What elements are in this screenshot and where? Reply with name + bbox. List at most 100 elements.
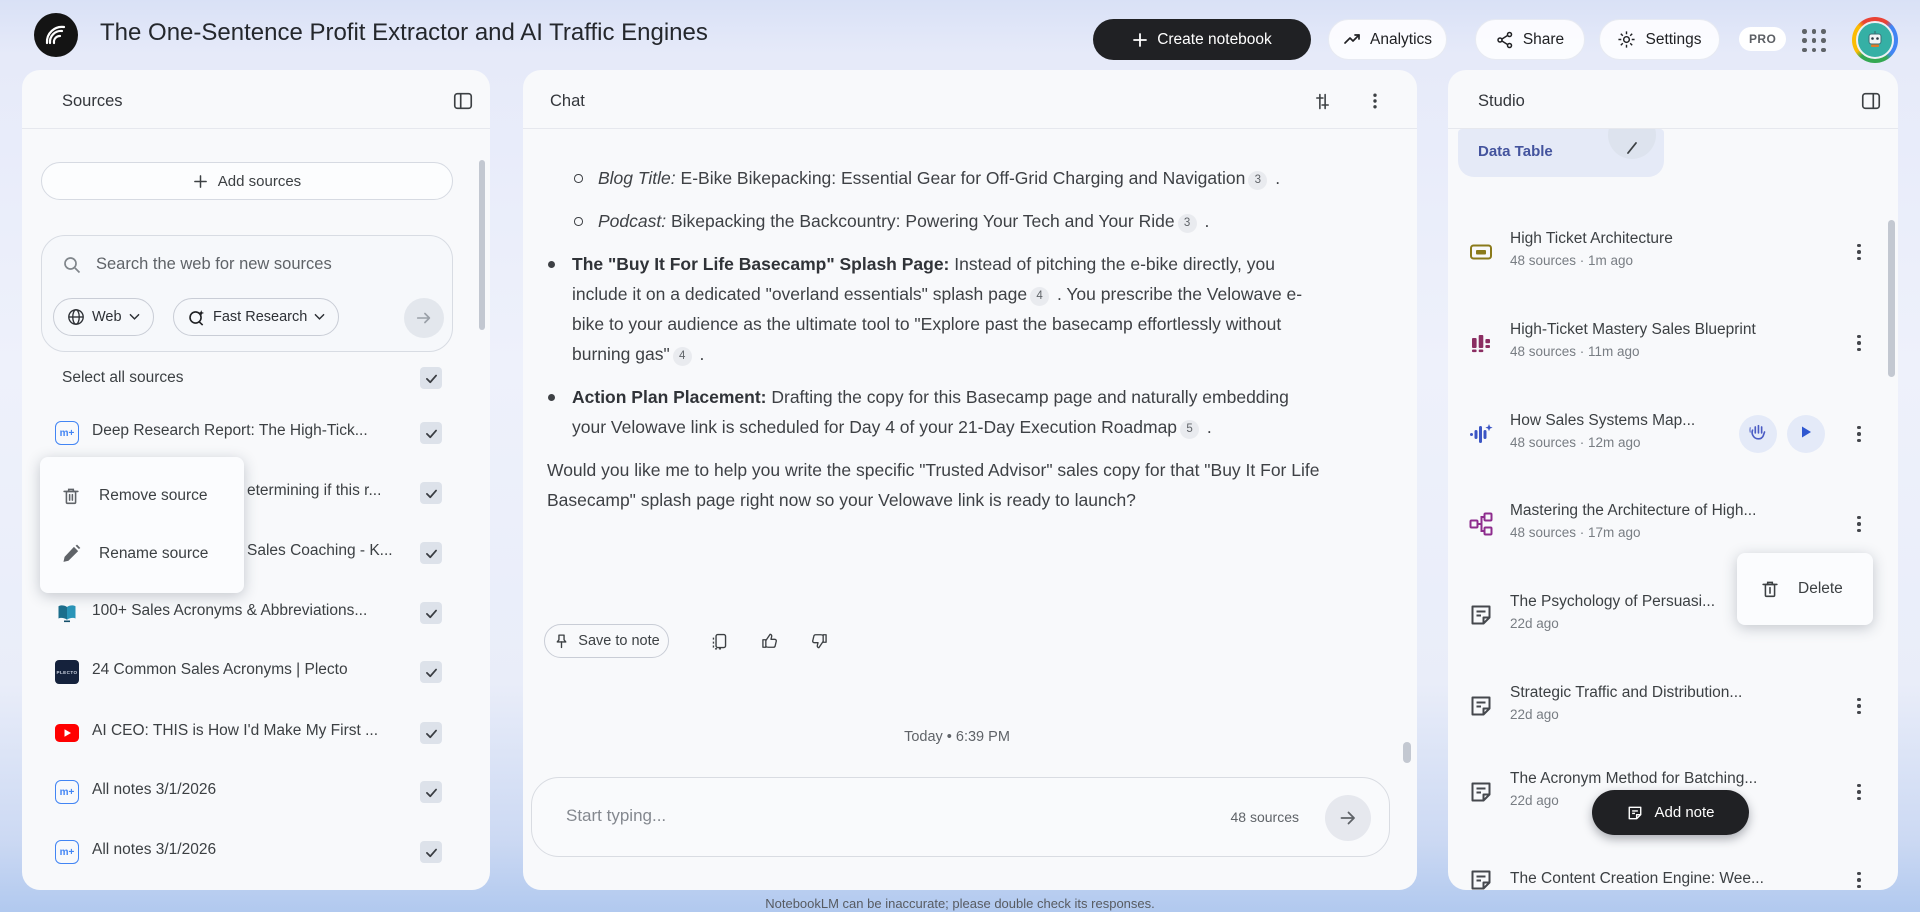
analytics-button[interactable]: Analytics — [1328, 19, 1447, 60]
citation-badge[interactable]: 5 — [1180, 419, 1200, 439]
text-segment: Would you like me to help you write the … — [547, 460, 1320, 510]
edit-circle-button[interactable] — [1608, 129, 1656, 159]
studio-item-row[interactable]: Strategic Traffic and Distribution... 22d… — [1448, 680, 1898, 732]
collapse-panel-icon[interactable] — [450, 88, 476, 114]
thumbs-up-icon[interactable] — [756, 627, 784, 655]
studio-item-row[interactable]: High-Ticket Mastery Sales Blueprint 48 so… — [1448, 317, 1898, 369]
source-checkbox[interactable] — [420, 841, 442, 863]
source-checkbox[interactable] — [420, 422, 442, 444]
collapse-panel-icon[interactable] — [1858, 88, 1884, 114]
apps-grid-icon[interactable] — [1800, 27, 1828, 55]
studio-item-row[interactable]: Mastering the Architecture of High... 48 … — [1448, 498, 1898, 550]
chat-input-box[interactable]: Start typing... 48 sources — [531, 777, 1390, 857]
source-title: All notes 3/1/2026 — [92, 841, 217, 858]
sources-panel-title: Sources — [62, 92, 123, 110]
more-options-icon[interactable] — [1846, 239, 1872, 265]
source-row[interactable]: PLECTO 24 Common Sales Acronyms | Plecto — [22, 648, 490, 696]
play-button[interactable] — [1787, 415, 1825, 453]
more-options-icon[interactable] — [1846, 693, 1872, 719]
source-row[interactable]: m+ All notes 3/1/2026 — [22, 828, 490, 876]
bar-chart-icon — [1468, 330, 1494, 356]
more-options-icon[interactable] — [1846, 421, 1872, 447]
plus-icon — [1133, 32, 1148, 47]
pro-badge: PRO — [1739, 27, 1787, 51]
citation-badge[interactable]: 4 — [672, 346, 692, 366]
chat-settings-icon[interactable] — [1309, 88, 1335, 114]
source-title: 100+ Sales Acronyms & Abbreviations... — [92, 602, 368, 619]
create-notebook-label: Create notebook — [1157, 30, 1272, 48]
studio-item-row[interactable]: How Sales Systems Map... 48 sources · 12m… — [1448, 408, 1898, 460]
source-checkbox[interactable] — [420, 542, 442, 564]
text-segment: . — [1199, 211, 1210, 231]
chat-input-placeholder[interactable]: Start typing... — [566, 806, 666, 826]
source-checkbox[interactable] — [420, 482, 442, 504]
citation-badge[interactable]: 4 — [1030, 286, 1050, 306]
plecto-icon: PLECTO — [55, 660, 79, 684]
text-segment: Blog Title: — [598, 168, 676, 188]
interactive-mode-button[interactable] — [1739, 415, 1777, 453]
share-button[interactable]: Share — [1475, 19, 1585, 60]
text-segment: . — [1270, 168, 1281, 188]
plus-icon — [193, 174, 207, 188]
data-table-tile[interactable]: Data Table — [1458, 129, 1664, 177]
source-checkbox[interactable] — [420, 602, 442, 624]
trash-icon — [63, 488, 79, 505]
research-mode-dropdown[interactable]: Fast Research — [173, 298, 340, 336]
remove-source-menu-item[interactable]: Remove source — [40, 467, 244, 525]
thumbs-down-icon[interactable] — [805, 627, 833, 655]
notebooklm-logo-icon[interactable] — [34, 13, 78, 57]
text-segment: Action Plan Placement: — [572, 387, 767, 407]
copy-icon[interactable] — [705, 627, 733, 655]
rename-source-menu-item[interactable]: Rename source — [40, 525, 244, 583]
source-checkbox[interactable] — [420, 722, 442, 744]
chat-more-options-icon[interactable] — [1362, 88, 1388, 114]
trash-icon — [1762, 581, 1778, 598]
notebook-title[interactable]: The One-Sentence Profit Extractor and AI… — [100, 19, 708, 47]
sources-scrollbar[interactable] — [479, 160, 485, 330]
add-sources-button[interactable]: Add sources — [41, 162, 453, 200]
search-input[interactable]: Search the web for new sources — [96, 255, 332, 274]
more-options-icon[interactable] — [1846, 511, 1872, 537]
analytics-label: Analytics — [1369, 30, 1433, 48]
text-segment: The "Buy It For Life Basecamp" Splash Pa… — [572, 254, 950, 274]
more-options-icon[interactable] — [1846, 867, 1872, 890]
studio-item-row[interactable]: The Content Creation Engine: Wee... — [1448, 854, 1898, 890]
account-avatar[interactable] — [1852, 17, 1898, 63]
send-button[interactable] — [1325, 795, 1371, 841]
delete-menu-item[interactable]: Delete — [1737, 553, 1843, 625]
source-row[interactable]: m+ All notes 3/1/2026 — [22, 768, 490, 816]
studio-item-meta: 48 sources · 12m ago — [1510, 435, 1641, 450]
add-note-button[interactable]: Add note — [1592, 790, 1749, 835]
studio-scrollbar[interactable] — [1888, 220, 1895, 377]
source-row[interactable]: 100+ Sales Acronyms & Abbreviations... — [22, 589, 490, 637]
create-notebook-button[interactable]: Create notebook — [1093, 19, 1311, 60]
source-title: etermining if this r... — [247, 482, 382, 499]
more-options-icon[interactable] — [1846, 779, 1872, 805]
source-title: Sales Coaching - K... — [247, 542, 393, 559]
source-row[interactable]: m+ Deep Research Report: The High-Tick... — [22, 409, 490, 457]
citation-badge[interactable]: 3 — [1177, 213, 1197, 233]
source-checkbox[interactable] — [420, 781, 442, 803]
chat-message: Podcast: Bikepacking the Backcountry: Po… — [535, 206, 1325, 236]
add-sources-label: Add sources — [217, 172, 302, 190]
web-scope-dropdown[interactable]: Web — [53, 298, 154, 336]
source-row[interactable]: AI CEO: THIS is How I'd Make My First ..… — [22, 709, 490, 757]
web-search-box: Search the web for new sources Web Fast … — [41, 235, 453, 352]
select-all-label: Select all sources — [62, 369, 184, 386]
source-count-label: 48 sources — [1230, 809, 1299, 825]
pin-icon — [556, 633, 567, 648]
settings-button[interactable]: Settings — [1599, 19, 1720, 60]
source-checkbox[interactable] — [420, 661, 442, 683]
save-to-note-button[interactable]: Save to note — [544, 624, 669, 658]
book-icon — [55, 601, 79, 625]
note-icon — [1468, 867, 1494, 890]
studio-item-row[interactable]: High Ticket Architecture 48 sources · 1m … — [1448, 226, 1898, 278]
globe-icon — [68, 309, 84, 325]
chat-scrollbar[interactable] — [1403, 742, 1411, 763]
gear-icon — [1618, 31, 1636, 48]
chat-messages: Blog Title: E-Bike Bikepacking: Essentia… — [535, 129, 1325, 528]
search-submit-button[interactable] — [404, 298, 444, 338]
select-all-checkbox[interactable] — [420, 367, 442, 389]
more-options-icon[interactable] — [1846, 330, 1872, 356]
citation-badge[interactable]: 3 — [1248, 170, 1268, 190]
